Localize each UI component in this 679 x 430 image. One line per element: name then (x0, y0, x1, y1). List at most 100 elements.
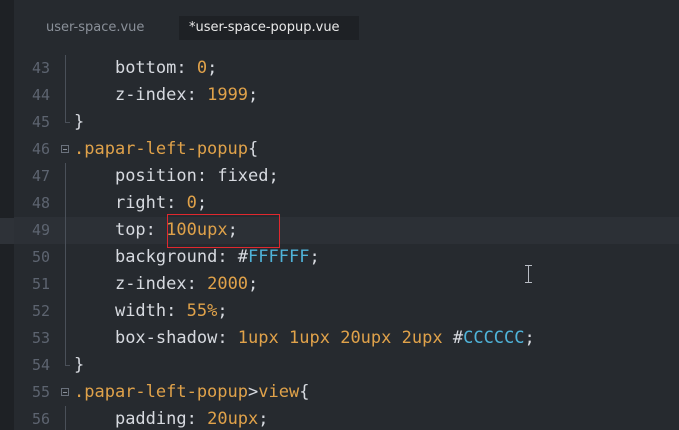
token-hash: # (452, 328, 464, 348)
code-line[interactable]: 45} (14, 109, 679, 136)
token-punc (279, 328, 289, 348)
token-punc: { (299, 382, 310, 402)
token-punc: : (145, 220, 167, 240)
code-area[interactable]: 43 bottom: 0; 44 z-index: 1999; 45} 46 .papa… (14, 55, 679, 430)
code-line[interactable]: 55 .papar-left-popup>view{ (14, 379, 679, 406)
code-text: } (74, 352, 84, 379)
token-num: 20upx (207, 409, 259, 429)
token-punc: : (196, 166, 218, 186)
token-punc: ; (524, 328, 535, 348)
token-punc: : (186, 274, 208, 294)
token-num: 1999 (207, 85, 249, 105)
code-line[interactable]: 53 box-shadow: 1upx 1upx 20upx 2upx #CCC… (14, 325, 679, 352)
fold-guide (65, 55, 66, 82)
line-number: 56 (32, 410, 51, 428)
code-text: z-index: 2000; (74, 271, 258, 298)
code-line[interactable]: 47 position: fixed; (14, 163, 679, 190)
token-punc: } (74, 355, 85, 375)
token-prop: top (114, 220, 146, 240)
code-text: bottom: 0; (74, 55, 217, 82)
code-line[interactable]: 49 top: 100upx; (14, 217, 679, 244)
code-line[interactable]: 43 bottom: 0; (14, 55, 679, 82)
token-num: 100upx (166, 220, 228, 240)
line-number: 50 (32, 248, 51, 266)
token-prop: position (114, 166, 197, 186)
token-punc: ; (217, 301, 228, 321)
token-punc: { (248, 139, 259, 159)
token-punc: ; (248, 274, 259, 294)
token-punc (391, 328, 401, 348)
code-line[interactable]: 54} (14, 352, 679, 379)
token-punc: ; (207, 58, 218, 78)
fold-toggle-icon[interactable] (61, 388, 69, 396)
fold-guide (65, 82, 66, 109)
code-line[interactable]: 50 background: #FFFFFF; (14, 244, 679, 271)
fold-guide (65, 325, 66, 352)
token-punc: ; (248, 85, 259, 105)
token-prop: box-shadow (114, 328, 218, 348)
token-punc (443, 328, 453, 348)
code-text: z-index: 1999; (74, 82, 258, 109)
fold-guide-end (65, 352, 70, 366)
token-hash: # (237, 247, 249, 267)
fold-guide (65, 406, 66, 430)
code-text: .papar-left-popup{ (74, 136, 258, 163)
token-punc: : (176, 58, 197, 78)
token-punc: : (186, 85, 208, 105)
code-text: background: #FFFFFF; (74, 244, 320, 271)
token-num: 0 (186, 193, 197, 213)
fold-guide (65, 298, 66, 325)
token-punc: } (74, 112, 85, 132)
token-punc: ; (258, 409, 269, 429)
token-kw: fixed (217, 166, 269, 186)
token-num: 20upx (340, 328, 392, 348)
code-text: top: 100upx; (74, 217, 238, 244)
fold-guide (65, 163, 66, 190)
code-line[interactable]: 51 z-index: 2000; (14, 271, 679, 298)
token-punc: : (217, 247, 238, 267)
fold-guide (65, 271, 66, 298)
token-sel: .papar-left-popup (74, 139, 248, 159)
line-number: 51 (32, 275, 51, 293)
line-number: 53 (32, 329, 51, 347)
token-prop: background (114, 247, 218, 267)
code-text: box-shadow: 1upx 1upx 20upx 2upx #CCCCCC… (74, 325, 535, 352)
token-punc (330, 328, 340, 348)
token-sel: view (258, 382, 300, 402)
token-punc: : (186, 409, 208, 429)
token-punc: ; (309, 247, 320, 267)
code-line[interactable]: 52 width: 55%; (14, 298, 679, 325)
tab-user-space-popup[interactable]: *user-space-popup.vue (179, 16, 359, 40)
token-prop: z-index (114, 274, 187, 294)
fold-guide-end (65, 109, 70, 123)
token-num: 2upx (401, 328, 443, 348)
fold-toggle-icon[interactable] (61, 145, 69, 153)
line-number: 49 (32, 221, 51, 239)
line-number: 54 (32, 356, 51, 374)
code-editor[interactable]: user-space.vue *user-space-popup.vue 43 … (0, 0, 679, 430)
token-punc: : (217, 328, 238, 348)
code-text: right: 0; (74, 190, 207, 217)
code-line[interactable]: 56 padding: 20upx; (14, 406, 679, 430)
code-text: position: fixed; (74, 163, 279, 190)
token-hex: FFFFFF (248, 247, 310, 267)
token-prop: bottom (114, 58, 177, 78)
token-prop: z-index (114, 85, 187, 105)
code-text: width: 55%; (74, 298, 228, 325)
text-cursor-icon (525, 265, 533, 283)
code-line[interactable]: 46 .papar-left-popup{ (14, 136, 679, 163)
line-number: 44 (32, 86, 51, 104)
code-line[interactable]: 48 right: 0; (14, 190, 679, 217)
tab-user-space[interactable]: user-space.vue (46, 16, 144, 40)
code-line[interactable]: 44 z-index: 1999; (14, 82, 679, 109)
line-number: 47 (32, 167, 51, 185)
token-sel: .papar-left-popup (74, 382, 248, 402)
token-punc: : (166, 301, 187, 321)
line-number: 48 (32, 194, 51, 212)
